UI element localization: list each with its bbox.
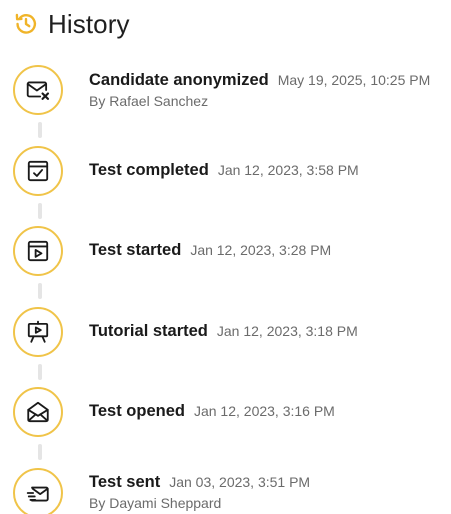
event-icon-circle	[13, 226, 63, 276]
envelope-x-icon	[26, 81, 50, 100]
timeline-connector	[38, 283, 42, 299]
event-timestamp: Jan 12, 2023, 3:58 PM	[217, 162, 359, 178]
event-title: Tutorial started	[89, 322, 208, 340]
envelope-send-icon	[26, 486, 49, 502]
event-timestamp: Jan 03, 2023, 3:51 PM	[169, 474, 311, 490]
timeline-connector	[38, 203, 42, 219]
timeline-event-test-opened: Test opened Jan 12, 2023, 3:16 PM	[13, 387, 451, 443]
event-title: Candidate anonymized	[89, 71, 269, 89]
timeline-connector	[38, 122, 42, 138]
history-icon	[15, 13, 37, 34]
timeline-event-test-started: Test started Jan 12, 2023, 3:28 PM	[13, 226, 451, 282]
window-play-icon	[27, 240, 49, 262]
event-icon-circle	[13, 307, 63, 357]
timeline-event-test-sent: Test sent Jan 03, 2023, 3:51 PM By Dayam…	[13, 468, 451, 514]
event-timestamp: Jan 12, 2023, 3:28 PM	[190, 242, 332, 258]
event-icon-circle	[13, 387, 63, 437]
timeline-event-test-completed: Test completed Jan 12, 2023, 3:58 PM	[13, 146, 451, 202]
history-header: History	[13, 9, 130, 39]
event-title: Test completed	[89, 161, 209, 179]
event-icon-circle	[13, 468, 63, 514]
timeline-connector	[38, 364, 42, 380]
window-check-icon	[27, 160, 49, 182]
event-timestamp: May 19, 2025, 10:25 PM	[277, 72, 431, 88]
event-author: By Rafael Sanchez	[89, 93, 209, 109]
timeline-event-tutorial-started: Tutorial started Jan 12, 2023, 3:18 PM	[13, 307, 451, 363]
event-title: Test opened	[89, 402, 185, 420]
timeline-connector	[38, 444, 42, 460]
event-title: Test sent	[89, 473, 161, 491]
presentation-easel-icon	[27, 320, 49, 343]
event-icon-circle	[13, 65, 63, 115]
envelope-open-icon	[27, 401, 49, 423]
event-timestamp: Jan 12, 2023, 3:18 PM	[216, 323, 358, 339]
timeline-event-candidate-anonymized: Candidate anonymized May 19, 2025, 10:25…	[13, 65, 451, 121]
event-icon-circle	[13, 146, 63, 196]
event-timestamp: Jan 12, 2023, 3:16 PM	[193, 403, 335, 419]
page-title: History	[48, 9, 130, 39]
event-title: Test started	[89, 241, 182, 259]
event-author: By Dayami Sheppard	[89, 495, 222, 511]
history-panel: History Candidate anonymized May 19, 202…	[0, 0, 451, 514]
